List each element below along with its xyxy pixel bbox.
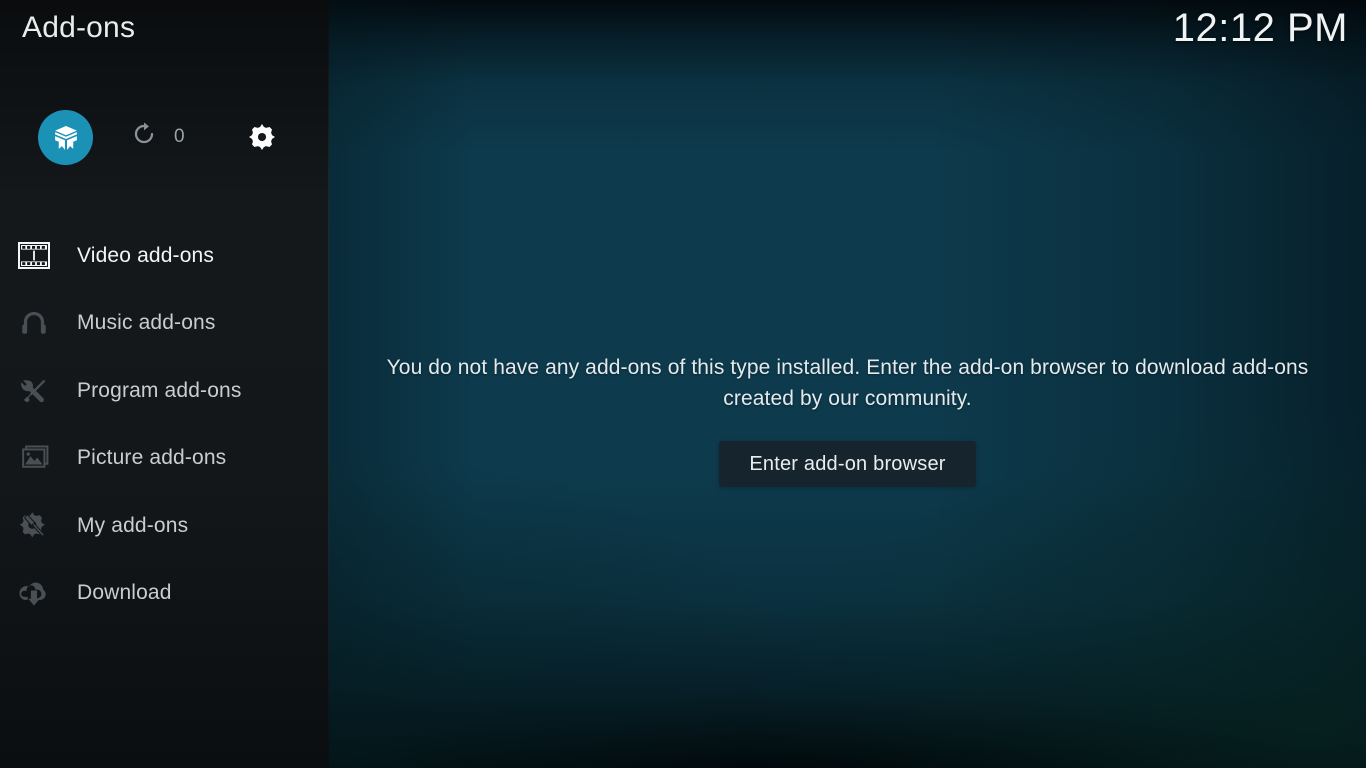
package-box-icon — [51, 123, 81, 153]
updates-count: 0 — [174, 125, 185, 147]
sidebar-item-label: Music add-ons — [77, 311, 216, 335]
enter-addon-browser-button[interactable]: Enter add-on browser — [719, 441, 976, 487]
sidebar-item-my-add-ons[interactable]: My add-ons — [0, 492, 329, 560]
wrench-pencil-icon — [16, 373, 52, 409]
settings-button[interactable] — [243, 120, 281, 158]
sidebar-item-label: Picture add-ons — [77, 446, 227, 470]
main-content-area: You do not have any add-ons of this type… — [329, 0, 1366, 768]
sidebar-item-download[interactable]: Download — [0, 560, 329, 628]
clock: 12:12 PM — [1172, 6, 1348, 50]
sidebar-item-label: My add-ons — [77, 513, 189, 537]
sidebar-item-video-add-ons[interactable]: Video add-ons — [0, 222, 329, 290]
kodi-addons-screen: You do not have any add-ons of this type… — [0, 0, 1366, 768]
sidebar-item-picture-add-ons[interactable]: Picture add-ons — [0, 425, 329, 493]
addon-package-button[interactable] — [38, 110, 93, 165]
gear-icon — [247, 122, 277, 157]
refresh-icon — [131, 121, 157, 152]
empty-state-message: You do not have any add-ons of this type… — [386, 356, 1309, 410]
sidebar-action-row: 0 — [0, 110, 329, 168]
sidebar-item-music-add-ons[interactable]: Music add-ons — [0, 290, 329, 358]
sidebar-item-program-add-ons[interactable]: Program add-ons — [0, 357, 329, 425]
sidebar: Add-ons 0 Video add-ons Music add-ons Pr… — [0, 0, 329, 768]
sidebar-item-label: Video add-ons — [77, 243, 215, 267]
sidebar-menu: Video add-ons Music add-ons Program add-… — [0, 222, 329, 627]
sidebar-item-label: Download — [77, 581, 172, 605]
empty-state: You do not have any add-ons of this type… — [329, 352, 1366, 487]
check-updates-control[interactable]: 0 — [131, 121, 185, 152]
gear-screwdriver-icon — [16, 508, 52, 544]
sidebar-item-label: Program add-ons — [77, 378, 242, 402]
cloud-download-icon — [16, 575, 52, 611]
picture-icon — [16, 440, 52, 476]
film-strip-icon — [16, 238, 52, 274]
page-title: Add-ons — [22, 11, 136, 44]
headphones-icon — [16, 305, 52, 341]
